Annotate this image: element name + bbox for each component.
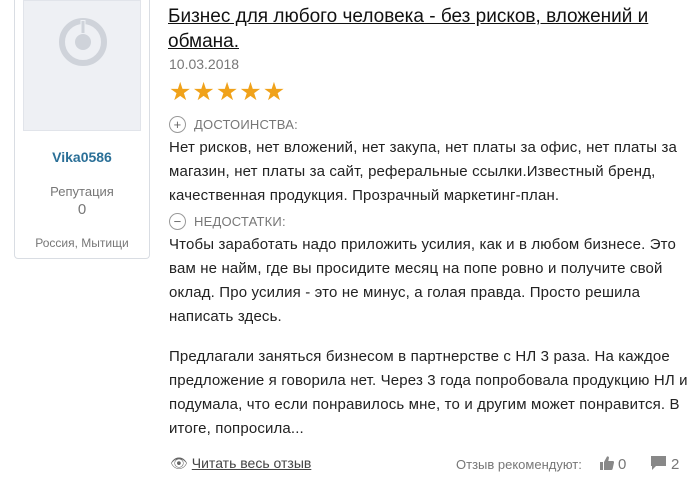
read-full-review-label: Читать весь отзыв [191,455,312,471]
reputation-label: Репутация [50,184,114,199]
star-icon: ★ [215,78,239,106]
comments-button[interactable]: 2 [650,455,679,473]
avatar[interactable] [23,0,141,131]
user-card: Vika0586 Репутация 0 Россия, Мытищи [14,0,150,259]
eye-icon: 👁 [170,455,188,471]
pros-label: ДОСТОИНСТВА: [194,117,298,133]
cons-label: НЕДОСТАТКИ: [194,214,286,230]
read-full-review-link[interactable]: 👁 Читать весь отзыв [170,455,311,472]
likes-count: 0 [618,456,627,473]
pros-text: Нет рисков, нет вложений, нет закупа, не… [169,139,677,204]
rating-stars: ★★★★★ [169,78,286,106]
comment-icon [651,456,666,470]
review-title-link[interactable]: Бизнес для любого человека - без рисков,… [168,4,688,54]
cons-text: Чтобы заработать надо приложить усилия, … [169,236,676,325]
default-avatar-icon [59,18,107,66]
star-icon: ★ [192,78,215,106]
username-link[interactable]: Vika0586 [15,149,149,165]
minus-circle-icon: − [169,213,186,231]
star-icon: ★ [262,78,286,106]
plus-circle-icon: + [169,116,186,134]
like-button[interactable]: 0 [599,455,626,473]
star-icon: ★ [239,78,262,106]
user-location: Россия, Мытищи [35,236,129,250]
star-icon: ★ [169,78,192,106]
cons-heading: − НЕДОСТАТКИ: [169,213,286,231]
recommend-label: Отзыв рекомендуют: [456,457,582,472]
pros-heading: + ДОСТОИНСТВА: [169,116,298,134]
review-body-excerpt: Предлагали заняться бизнесом в партнерст… [169,348,688,437]
thumbs-up-icon [600,456,615,470]
comments-count: 2 [671,456,680,473]
review-date: 10.03.2018 [169,56,240,72]
reputation-value: 0 [77,201,87,218]
